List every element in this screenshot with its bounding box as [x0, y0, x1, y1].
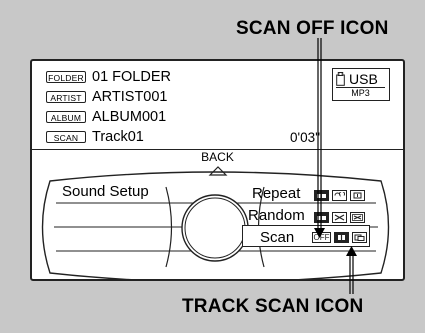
repeat-off-icon[interactable] [314, 190, 329, 201]
scan-off-icon[interactable]: OFF [312, 232, 331, 243]
back-arrow-icon[interactable] [208, 166, 228, 176]
random-folder-icon[interactable] [332, 212, 347, 223]
scan-item[interactable]: Scan [260, 229, 294, 246]
repeat-track-icon[interactable] [350, 190, 365, 201]
scan-icons: OFF [312, 232, 367, 243]
center-dial-outer [181, 194, 249, 262]
folder-scan-icon[interactable] [352, 232, 367, 243]
repeat-item[interactable]: Repeat [252, 185, 300, 202]
track-scan-icon-callout: TRACK SCAN ICON [182, 296, 364, 317]
scan-off-icon-callout: SCAN OFF ICON [236, 18, 389, 39]
audio-display-screen: FOLDER 01 FOLDER ARTIST ARTIST001 ALBUM … [30, 59, 405, 281]
random-off-icon[interactable] [314, 212, 329, 223]
track-scan-icon[interactable] [334, 232, 349, 243]
random-item[interactable]: Random [248, 207, 305, 224]
sound-setup-item[interactable]: Sound Setup [62, 183, 149, 200]
repeat-folder-icon[interactable] [332, 190, 347, 201]
repeat-icons [314, 190, 365, 201]
random-icons [314, 212, 365, 223]
random-all-icon[interactable] [350, 212, 365, 223]
